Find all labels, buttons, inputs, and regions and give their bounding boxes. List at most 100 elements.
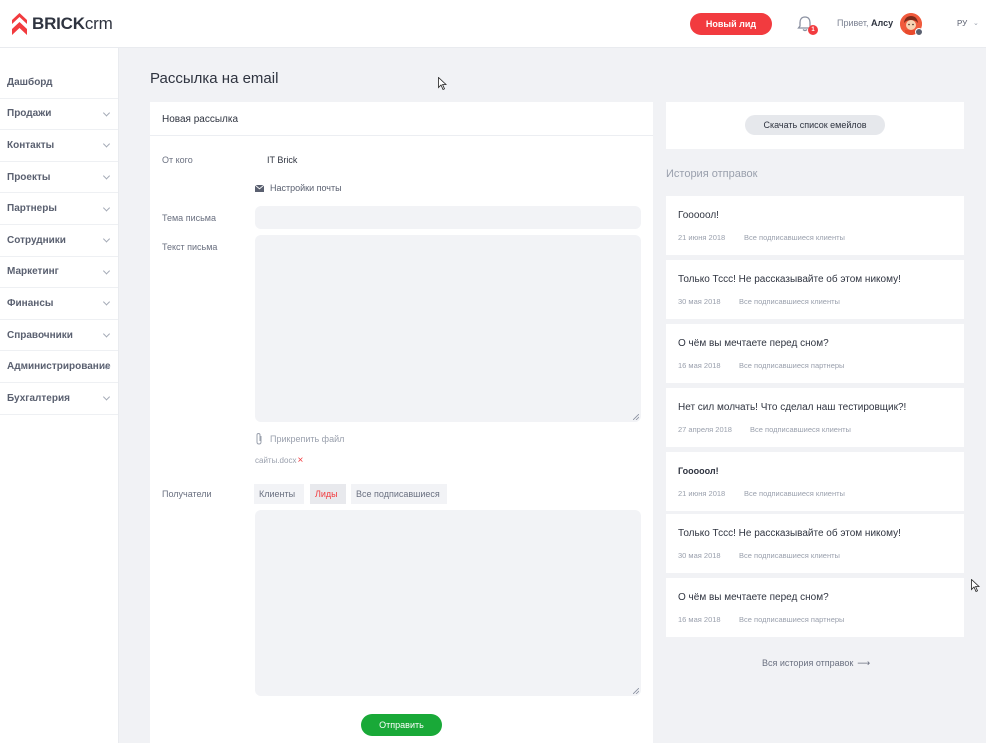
history-audience: Все подписавшиеся клиенты bbox=[739, 551, 840, 560]
history-subject: Только Тссс! Не рассказывайте об этом ни… bbox=[678, 528, 901, 539]
new-lead-button[interactable]: Новый лид bbox=[690, 13, 772, 35]
avatar-status-dot bbox=[915, 28, 923, 36]
chevron-down-icon bbox=[102, 330, 111, 338]
new-mailing-title: Новая рассылка bbox=[150, 102, 653, 136]
history-subject: Только Тссс! Не рассказывайте об этом ни… bbox=[678, 274, 901, 285]
history-item[interactable]: Гооооол! 21 июня 2018 Все подписавшиеся … bbox=[666, 452, 964, 511]
attach-file-label: Прикрепить файл bbox=[270, 433, 345, 444]
page-title: Рассылка на email bbox=[150, 70, 279, 87]
logo-bold-text: BRICK bbox=[32, 14, 85, 33]
from-label: От кого bbox=[162, 155, 193, 165]
chevron-down-icon bbox=[102, 172, 111, 180]
logo-icon bbox=[12, 13, 27, 35]
mouse-cursor-icon bbox=[438, 77, 447, 90]
history-item[interactable]: О чём вы мечтаете перед сном? 16 мая 201… bbox=[666, 578, 964, 637]
download-card: Скачать список емейлов bbox=[666, 102, 964, 149]
send-button[interactable]: Отправить bbox=[361, 714, 442, 736]
sidebar-item-finance[interactable]: Финансы bbox=[0, 288, 118, 320]
sidebar-item-label: Контакты bbox=[7, 139, 55, 151]
chevron-down-icon bbox=[102, 140, 111, 149]
history-audience: Все подписавшиеся клиенты bbox=[744, 233, 845, 242]
history-subject: Гооооол! bbox=[678, 210, 719, 221]
logo-light-text: crm bbox=[84, 14, 113, 33]
history-item[interactable]: О чём вы мечтаете перед сном? 16 мая 201… bbox=[666, 324, 964, 383]
history-item[interactable]: Нет сил молчать! Что сделал наш тестиров… bbox=[666, 388, 964, 447]
sidebar-item-label: Партнеры bbox=[7, 203, 57, 215]
language-chevron-icon[interactable]: ⌄ bbox=[973, 19, 979, 27]
download-emails-button[interactable]: Скачать список емейлов bbox=[745, 115, 885, 135]
chevron-down-icon bbox=[102, 393, 111, 401]
subject-input[interactable] bbox=[255, 206, 641, 229]
recipients-label: Получатели bbox=[162, 489, 212, 499]
sidebar-item-accounting[interactable]: Бухгалтерия bbox=[0, 383, 118, 415]
sidebar-item-label: Финансы bbox=[7, 297, 54, 309]
sidebar-item-dashboard[interactable]: Дашборд bbox=[0, 67, 118, 99]
paperclip-icon bbox=[256, 432, 262, 445]
history-audience: Все подписавшиеся клиенты bbox=[750, 425, 851, 434]
chevron-down-icon bbox=[102, 298, 111, 306]
all-history-label: Вся история отправок bbox=[762, 658, 854, 668]
history-item[interactable]: Только Тссс! Не рассказывайте об этом ни… bbox=[666, 514, 964, 573]
history-subject: О чём вы мечтаете перед сном? bbox=[678, 592, 829, 603]
user-name: Алсу bbox=[871, 18, 894, 28]
history-date: 30 мая 2018 bbox=[678, 551, 721, 560]
recipient-tab-leads[interactable]: Лиды bbox=[310, 484, 346, 504]
mouse-cursor-icon bbox=[971, 579, 980, 592]
greeting-prefix: Привет, bbox=[837, 18, 869, 28]
history-audience: Все подписавшиеся партнеры bbox=[739, 615, 845, 624]
history-item[interactable]: Гооооол! 21 июня 2018 Все подписавшиеся … bbox=[666, 196, 964, 255]
new-mailing-card: Новая рассылка От кого IT Brick Настройк… bbox=[150, 102, 653, 743]
sidebar-item-partners[interactable]: Партнеры bbox=[0, 193, 118, 225]
sidebar-item-label: Администрирование bbox=[7, 361, 111, 373]
remove-file-icon[interactable]: × bbox=[297, 455, 303, 466]
history-item[interactable]: Только Тссс! Не рассказывайте об этом ни… bbox=[666, 260, 964, 319]
history-date: 21 июня 2018 bbox=[678, 233, 726, 242]
logo-text: BRICKcrm bbox=[32, 14, 113, 34]
history-title: История отправок bbox=[666, 168, 758, 180]
sidebar-item-sales[interactable]: Продажи bbox=[0, 99, 118, 131]
sidebar-item-contacts[interactable]: Контакты bbox=[0, 130, 118, 162]
notification-badge: 1 bbox=[808, 25, 818, 35]
subject-label: Тема письма bbox=[162, 213, 216, 223]
user-greeting: Привет, Алсу bbox=[837, 18, 893, 28]
mail-settings-link[interactable]: Настройки почты bbox=[255, 183, 342, 193]
sidebar-item-references[interactable]: Справочники bbox=[0, 320, 118, 352]
sidebar-item-employees[interactable]: Сотрудники bbox=[0, 225, 118, 257]
sidebar-item-administration[interactable]: Администрирование bbox=[0, 351, 118, 383]
history-date: 21 июня 2018 bbox=[678, 489, 726, 498]
chevron-down-icon bbox=[102, 204, 111, 212]
sidebar-item-label: Дашборд bbox=[7, 76, 53, 88]
history-audience: Все подписавшиеся клиенты bbox=[739, 297, 840, 306]
sidebar-item-label: Продажи bbox=[7, 108, 52, 120]
recipients-textarea[interactable] bbox=[255, 510, 641, 696]
sidebar-item-label: Маркетинг bbox=[7, 266, 59, 278]
logo[interactable]: BRICKcrm bbox=[12, 12, 113, 36]
sidebar-item-label: Сотрудники bbox=[7, 234, 66, 246]
body-label: Текст письма bbox=[162, 242, 218, 252]
chevron-down-icon bbox=[102, 109, 111, 117]
language-selector[interactable]: РУ bbox=[957, 19, 967, 28]
attached-file-name: сайты.docx bbox=[255, 456, 297, 465]
history-subject: О чём вы мечтаете перед сном? bbox=[678, 338, 829, 349]
recipient-tab-clients[interactable]: Клиенты bbox=[254, 484, 304, 504]
recipient-tab-all-subscribed[interactable]: Все подписавшиеся bbox=[351, 484, 447, 504]
sidebar-item-projects[interactable]: Проекты bbox=[0, 162, 118, 194]
history-subject: Гооооол! bbox=[678, 466, 719, 476]
chevron-down-icon bbox=[102, 267, 111, 275]
attach-file-link[interactable]: Прикрепить файл bbox=[255, 432, 344, 445]
history-audience: Все подписавшиеся клиенты bbox=[744, 489, 845, 498]
attached-file: сайты.docx× bbox=[255, 455, 303, 466]
body-textarea[interactable] bbox=[255, 235, 641, 422]
arrow-right-icon: ⟶ bbox=[857, 658, 871, 668]
all-history-link[interactable]: Вся история отправок ⟶ bbox=[762, 658, 870, 669]
history-date: 27 апреля 2018 bbox=[678, 425, 732, 434]
history-audience: Все подписавшиеся партнеры bbox=[739, 361, 845, 370]
resize-grip-icon[interactable] bbox=[633, 688, 639, 694]
sidebar-item-label: Справочники bbox=[7, 329, 73, 341]
envelope-icon bbox=[255, 184, 264, 192]
sidebar-item-marketing[interactable]: Маркетинг bbox=[0, 257, 118, 289]
resize-grip-icon[interactable] bbox=[633, 414, 639, 420]
sidebar-item-label: Бухгалтерия bbox=[7, 392, 70, 404]
top-header: BRICKcrm Новый лид 1 Привет, Алсу РУ ⌄ bbox=[0, 0, 986, 48]
history-date: 30 мая 2018 bbox=[678, 297, 721, 306]
